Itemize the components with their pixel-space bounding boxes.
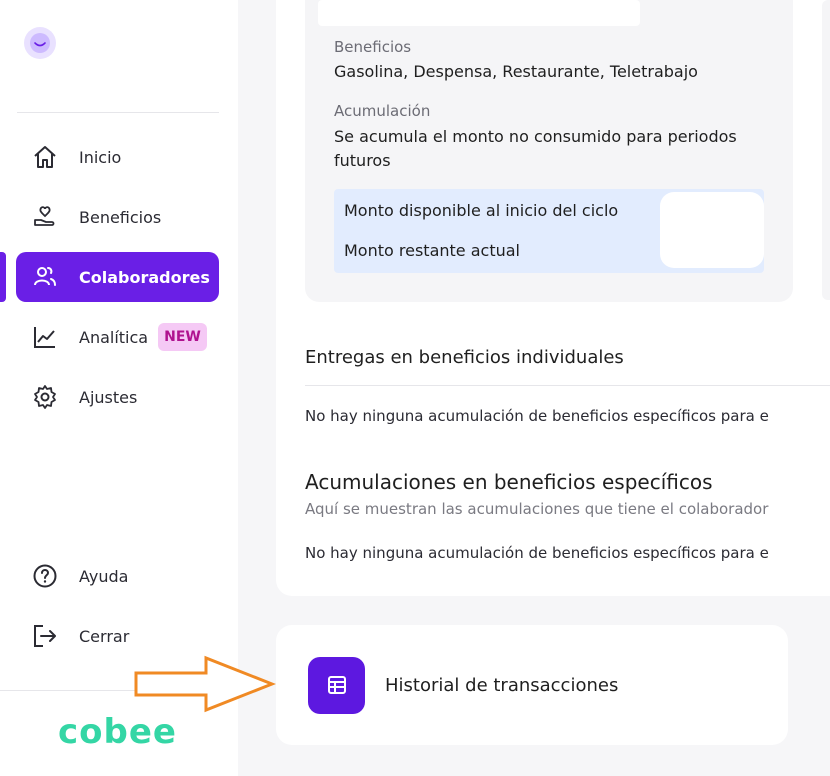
sidebar-item-label: Ayuda — [79, 566, 129, 586]
divider — [17, 112, 219, 113]
acumulacion-value-line2: futuros — [334, 151, 391, 170]
logout-icon — [32, 623, 58, 649]
individual-empty-text: No hay ninguna acumulación de beneficios… — [305, 407, 769, 425]
home-icon — [32, 144, 58, 170]
beneficios-label: Beneficios — [334, 38, 412, 56]
avatar[interactable] — [24, 27, 56, 59]
acumulacion-label: Acumulación — [334, 102, 431, 120]
sidebar-item-ayuda[interactable]: Ayuda — [16, 551, 219, 601]
hand-heart-icon — [32, 204, 58, 230]
sidebar-item-label: Beneficios — [79, 207, 162, 227]
sidebar-item-label: Ajustes — [79, 387, 138, 407]
sidebar-item-beneficios[interactable]: Beneficios — [16, 192, 219, 242]
monto-values-panel — [660, 192, 764, 268]
active-indicator — [0, 252, 6, 302]
beneficios-value: Gasolina, Despensa, Restaurante, Teletra… — [334, 62, 698, 81]
sidebar-item-cerrar[interactable]: Cerrar — [16, 611, 219, 661]
monto-restante-label: Monto restante actual — [344, 241, 520, 260]
acumulacion-value-line1: Se acumula el monto no consumido para pe… — [334, 127, 737, 146]
smile-icon — [30, 33, 50, 53]
sidebar-item-label: Cerrar — [79, 626, 130, 646]
table-icon — [308, 656, 365, 714]
help-circle-icon — [32, 563, 58, 589]
transaction-history-card[interactable]: Historial de transacciones — [276, 625, 788, 745]
monto-inicio-label: Monto disponible al inicio del ciclo — [344, 201, 619, 220]
chart-line-icon — [32, 324, 58, 350]
sidebar-item-colaboradores[interactable]: Colaboradores — [16, 252, 219, 302]
arrow-annotation-icon — [134, 655, 276, 713]
sidebar-item-label: Inicio — [79, 147, 122, 167]
sidebar-item-ajustes[interactable]: Ajustes — [16, 372, 219, 422]
sidebar-item-analitica[interactable]: Analítica NEW — [16, 312, 219, 362]
adjacent-card-edge — [822, 0, 830, 300]
specific-section-title: Acumulaciones en beneficios específicos — [305, 470, 713, 494]
individual-section-title: Entregas en beneficios individuales — [305, 347, 624, 368]
redacted-strip — [318, 0, 640, 26]
users-icon — [32, 264, 58, 290]
sidebar-item-label: Colaboradores — [79, 267, 210, 287]
sidebar-item-inicio[interactable]: Inicio — [16, 132, 219, 182]
divider — [305, 385, 830, 386]
brand-logo: cobee — [58, 712, 177, 752]
gear-icon — [32, 384, 58, 410]
sidebar-item-label: Analítica — [79, 327, 149, 347]
specific-section-subtitle: Aquí se muestran las acumulaciones que t… — [305, 500, 769, 518]
new-badge: NEW — [158, 323, 207, 351]
transaction-history-label: Historial de transacciones — [385, 674, 619, 696]
specific-empty-text: No hay ninguna acumulación de beneficios… — [305, 544, 769, 562]
